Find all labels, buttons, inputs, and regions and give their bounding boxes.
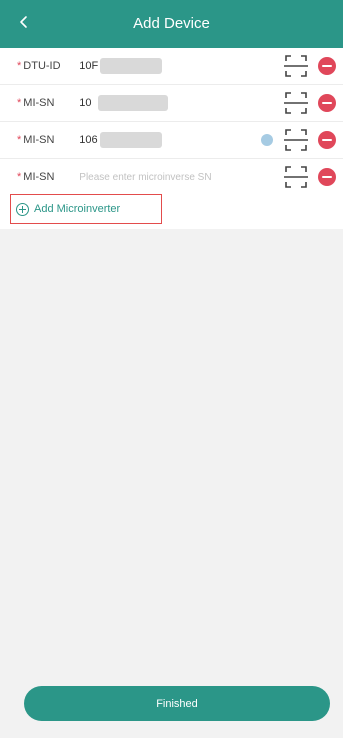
mi-sn-input[interactable]: 10 [79, 95, 168, 111]
add-microinverter-button[interactable]: Add Microinverter [10, 194, 162, 224]
list-item: * DTU-ID 10F [0, 48, 343, 85]
redacted-value [100, 58, 163, 74]
add-section: Add Microinverter [0, 193, 343, 229]
scan-icon[interactable] [283, 53, 309, 79]
add-microinverter-label: Add Microinverter [34, 203, 121, 215]
remove-icon[interactable] [318, 131, 336, 149]
scan-icon[interactable] [283, 90, 309, 116]
plus-circle-icon [16, 202, 29, 216]
field-label: MI-SN [23, 134, 55, 146]
status-dot-icon [261, 134, 273, 146]
scan-icon[interactable] [283, 127, 309, 153]
required-mark: * [17, 97, 22, 109]
finished-button[interactable]: Finished [24, 686, 330, 721]
list-item: * MI-SN 10 [0, 85, 343, 122]
field-value: 10 [79, 96, 92, 109]
remove-icon[interactable] [318, 94, 336, 112]
remove-icon[interactable] [318, 57, 336, 75]
device-list: * DTU-ID 10F * MI-SN 10 * MI-SN 106 * MI… [0, 48, 343, 196]
list-item: * MI-SN Please enter microinverse SN [0, 159, 343, 196]
dtu-id-input[interactable]: 10F [79, 58, 163, 74]
mi-sn-input[interactable]: Please enter microinverse SN [79, 172, 211, 183]
redacted-value [99, 132, 162, 148]
page-title: Add Device [133, 15, 210, 32]
field-label: MI-SN [23, 171, 55, 183]
field-value: 10F [79, 59, 99, 72]
required-mark: * [17, 134, 22, 146]
redacted-value [97, 95, 168, 111]
field-value: 106 [79, 133, 98, 146]
list-item: * MI-SN 106 [0, 122, 343, 159]
mi-sn-input[interactable]: 106 [79, 132, 162, 148]
remove-icon[interactable] [318, 168, 336, 186]
required-mark: * [17, 60, 22, 72]
field-label: MI-SN [23, 97, 55, 109]
scan-icon[interactable] [283, 164, 309, 190]
field-label: DTU-ID [23, 60, 61, 72]
header: Add Device [0, 0, 343, 48]
required-mark: * [17, 171, 22, 183]
